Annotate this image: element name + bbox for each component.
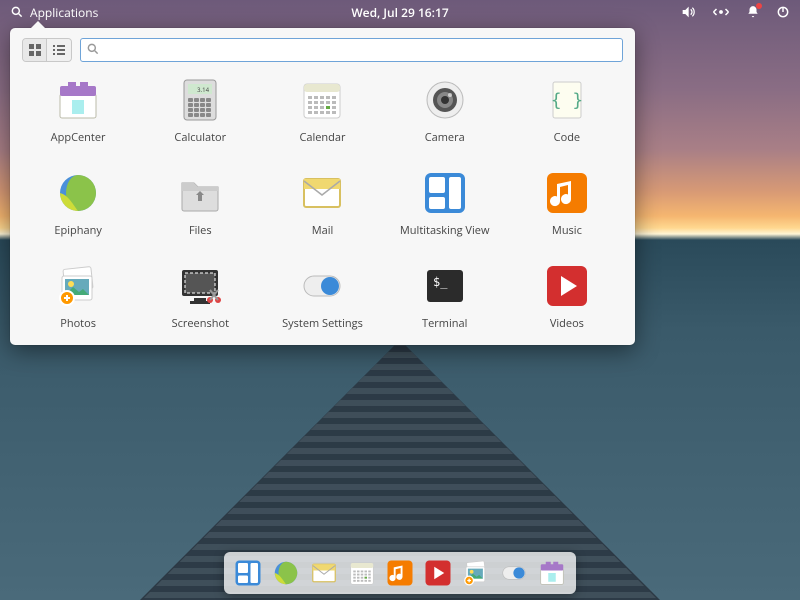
svg-text:$_: $_	[433, 275, 448, 289]
top-bar: Applications Wed, Jul 29 16:17	[0, 0, 800, 24]
app-epiphany[interactable]: Epiphany	[22, 169, 134, 238]
app-code[interactable]: { } Code	[511, 76, 623, 145]
applications-label: Applications	[30, 4, 98, 21]
app-settings[interactable]: System Settings	[266, 262, 378, 331]
dock-music[interactable]	[384, 557, 416, 589]
svg-text:{ }: { }	[551, 90, 584, 111]
app-mail[interactable]: Mail	[266, 169, 378, 238]
app-files[interactable]: Files	[144, 169, 256, 238]
search-icon	[10, 5, 24, 19]
notification-badge	[756, 3, 762, 9]
code-icon: { }	[543, 76, 591, 124]
app-videos[interactable]: Videos	[511, 262, 623, 331]
applications-menu: AppCenter 3.14 Calculator Calendar Camera { }…	[10, 28, 635, 345]
photos-icon	[54, 262, 102, 310]
applications-menu-button[interactable]: Applications	[10, 4, 98, 21]
svg-text:3.14: 3.14	[197, 86, 209, 94]
app-label: Multitasking View	[400, 223, 490, 238]
menu-toolbar	[22, 38, 623, 62]
list-view-button[interactable]	[47, 39, 71, 61]
app-label: AppCenter	[51, 130, 106, 145]
app-label: Terminal	[422, 316, 467, 331]
app-screenshot[interactable]: Screenshot	[144, 262, 256, 331]
app-label: Screenshot	[172, 316, 229, 331]
app-calculator[interactable]: 3.14 Calculator	[144, 76, 256, 145]
system-tray	[680, 4, 790, 20]
app-label: Files	[189, 223, 212, 238]
screenshot-icon	[176, 262, 224, 310]
calculator-icon: 3.14	[176, 76, 224, 124]
grid-view-button[interactable]	[23, 39, 47, 61]
desktop: Applications Wed, Jul 29 16:17	[0, 0, 800, 600]
music-icon	[543, 169, 591, 217]
app-label: Calendar	[299, 130, 345, 145]
app-label: Epiphany	[54, 223, 101, 238]
dock-settings[interactable]	[498, 557, 530, 589]
terminal-icon: $_	[421, 262, 469, 310]
app-music[interactable]: Music	[511, 169, 623, 238]
app-label: Mail	[312, 223, 334, 238]
mail-icon	[298, 169, 346, 217]
dock-mail[interactable]	[308, 557, 340, 589]
app-camera[interactable]: Camera	[389, 76, 501, 145]
dock-appcenter[interactable]	[536, 557, 568, 589]
power-icon[interactable]	[776, 5, 790, 19]
app-grid: AppCenter 3.14 Calculator Calendar Camera { }…	[22, 76, 623, 331]
dock-videos[interactable]	[422, 557, 454, 589]
clock[interactable]: Wed, Jul 29 16:17	[351, 4, 448, 21]
app-photos[interactable]: Photos	[22, 262, 134, 331]
camera-icon	[421, 76, 469, 124]
search-icon	[86, 42, 100, 60]
dock-photos[interactable]	[460, 557, 492, 589]
app-calendar[interactable]: Calendar	[266, 76, 378, 145]
app-label: Code	[554, 130, 580, 145]
files-icon	[176, 169, 224, 217]
app-label: Camera	[425, 130, 465, 145]
app-appcenter[interactable]: AppCenter	[22, 76, 134, 145]
dock	[224, 552, 576, 594]
epiphany-icon	[54, 169, 102, 217]
app-multitasking[interactable]: Multitasking View	[389, 169, 501, 238]
app-label: Videos	[550, 316, 584, 331]
app-label: Photos	[60, 316, 96, 331]
volume-icon[interactable]	[680, 4, 696, 20]
videos-icon	[543, 262, 591, 310]
view-toggle	[22, 38, 72, 62]
network-icon[interactable]	[712, 5, 730, 19]
app-label: Calculator	[174, 130, 226, 145]
search-box	[80, 38, 623, 62]
dock-multitasking[interactable]	[232, 557, 264, 589]
app-label: System Settings	[282, 316, 363, 331]
calendar-icon	[298, 76, 346, 124]
dock-calendar[interactable]	[346, 557, 378, 589]
settings-icon	[298, 262, 346, 310]
app-terminal[interactable]: $_ Terminal	[389, 262, 501, 331]
dock-epiphany[interactable]	[270, 557, 302, 589]
search-input[interactable]	[80, 38, 623, 62]
multitasking-icon	[421, 169, 469, 217]
notifications-icon[interactable]	[746, 5, 760, 19]
app-label: Music	[552, 223, 582, 238]
appcenter-icon	[54, 76, 102, 124]
